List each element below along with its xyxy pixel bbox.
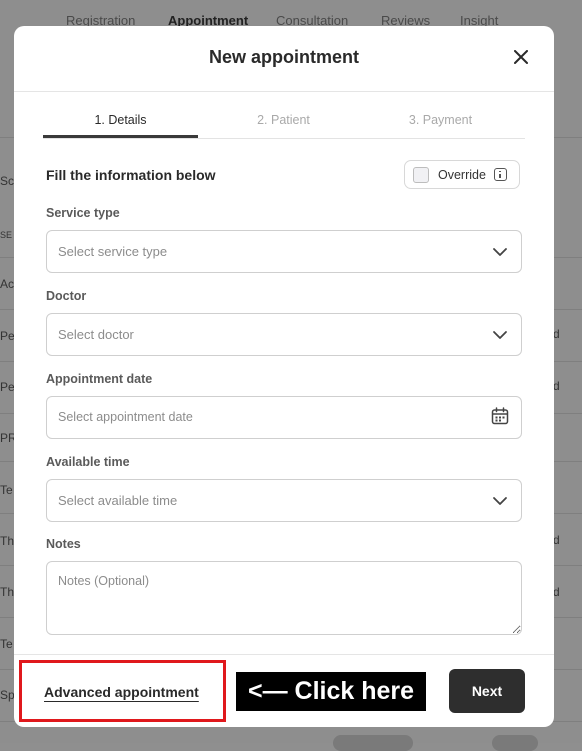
row-fragment: Sc <box>0 174 15 188</box>
row-fragment: Sp <box>0 688 15 702</box>
tab-patient[interactable]: 2. Patient <box>206 113 361 127</box>
doctor-label: Doctor <box>46 289 87 303</box>
tab-details[interactable]: 1. Details <box>43 113 198 127</box>
row-fragment: SE <box>0 230 13 240</box>
chevron-down-icon <box>493 331 507 339</box>
calendar-icon <box>491 407 509 425</box>
stepper-tabs: 1. Details 2. Patient 3. Payment <box>43 110 525 139</box>
row-fragment: Ac <box>0 277 15 291</box>
row-fragment: Pe <box>0 380 15 394</box>
click-here-annotation: <— Click here <box>236 672 426 711</box>
advanced-appointment-link[interactable]: Advanced appointment <box>44 684 199 700</box>
row-fragment: Te <box>0 483 13 497</box>
row-fragment: Te <box>0 637 13 651</box>
chevron-down-icon <box>493 497 507 505</box>
service-type-placeholder: Select service type <box>58 244 168 259</box>
appointment-date-picker[interactable]: Select appointment date <box>46 396 522 439</box>
available-time-label: Available time <box>46 455 130 469</box>
tab-payment[interactable]: 3. Payment <box>363 113 518 127</box>
row-fragment: d <box>553 379 560 393</box>
close-button[interactable] <box>510 46 532 68</box>
override-checkbox[interactable] <box>413 166 429 183</box>
close-icon <box>514 50 528 64</box>
new-appointment-modal: New appointment 1. Details 2. Patient 3.… <box>14 26 554 727</box>
override-toggle[interactable]: Override <box>404 160 520 189</box>
chevron-down-icon <box>493 248 507 256</box>
doctor-select[interactable]: Select doctor <box>46 313 522 356</box>
row-fragment: Th <box>0 534 15 548</box>
appointment-date-label: Appointment date <box>46 372 153 386</box>
service-type-label: Service type <box>46 206 120 220</box>
section-title: Fill the information below <box>46 167 216 183</box>
row-fragment: d <box>553 327 560 341</box>
next-button[interactable]: Next <box>449 669 525 713</box>
available-time-placeholder: Select available time <box>58 493 178 508</box>
service-type-select[interactable]: Select service type <box>46 230 522 273</box>
modal-title: New appointment <box>208 47 359 67</box>
row-fragment: d <box>553 585 560 599</box>
notes-label: Notes <box>46 537 81 551</box>
available-time-select[interactable]: Select available time <box>46 479 522 522</box>
status-badge <box>333 735 413 751</box>
active-tab-indicator <box>43 135 198 138</box>
doctor-placeholder: Select doctor <box>58 327 134 342</box>
info-icon[interactable] <box>493 168 507 181</box>
row-fragment: Pe <box>0 329 15 343</box>
notes-textarea[interactable] <box>46 561 522 635</box>
appointment-date-placeholder: Select appointment date <box>58 410 193 424</box>
modal-header: New appointment <box>14 26 554 92</box>
row-fragment: Th <box>0 585 15 599</box>
status-badge <box>492 735 538 751</box>
row-fragment: d <box>553 533 560 547</box>
override-label: Override <box>438 167 486 182</box>
